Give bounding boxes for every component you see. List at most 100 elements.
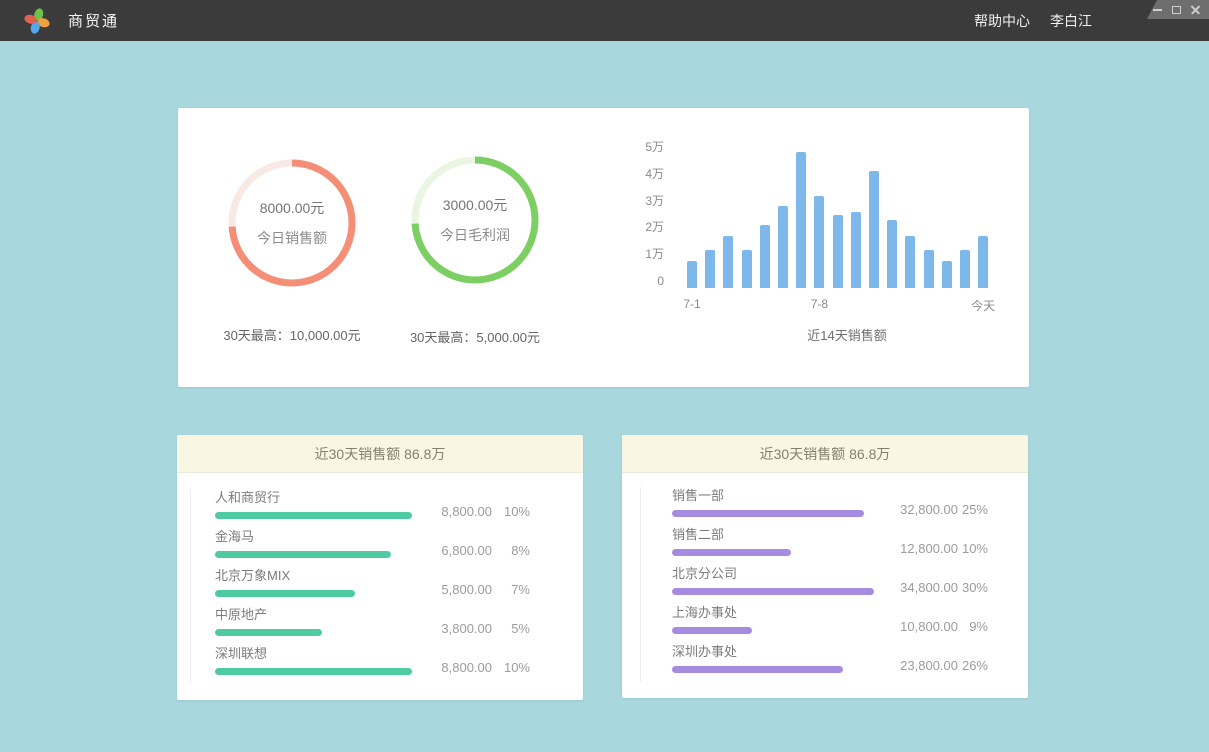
- today-profit-label: 今日毛利润: [440, 225, 510, 245]
- maximize-button[interactable]: [1171, 4, 1181, 16]
- today-profit-value: 3000.00元: [443, 195, 508, 215]
- bar-day-11: [869, 171, 879, 288]
- rank-row-values: 23,800.0026%: [878, 657, 988, 675]
- rank-row-value: 6,800.00: [412, 542, 492, 560]
- rank-row-bar: [672, 666, 843, 673]
- bar-day-8: [814, 196, 824, 289]
- close-button[interactable]: [1190, 4, 1200, 16]
- bar-day-16: [960, 250, 970, 288]
- rank-row-values: 12,800.0010%: [878, 540, 988, 558]
- bar-day-12: [887, 220, 897, 288]
- rank-row-values: 6,800.008%: [412, 542, 530, 560]
- y-tick-label: 0: [634, 274, 664, 288]
- rank-row-value: 23,800.00: [878, 657, 958, 675]
- bar-day-6: [778, 206, 788, 288]
- bar-day-3: [723, 236, 733, 288]
- rank-row-bar: [215, 512, 412, 519]
- rank-row-value: 12,800.00: [878, 540, 958, 558]
- bar-day-7: [796, 152, 806, 288]
- bar-day-14: [924, 250, 934, 288]
- rank-row-percent: 5%: [492, 620, 530, 638]
- rank-row: 中原地产3,800.005%: [215, 606, 583, 645]
- rank-row-value: 10,800.00: [878, 618, 958, 636]
- app-title: 商贸通: [68, 10, 119, 31]
- rank-row-value: 5,800.00: [412, 581, 492, 599]
- rank-row-value: 8,800.00: [412, 659, 492, 677]
- rank-row-bar: [215, 668, 412, 675]
- plot-area: [687, 152, 1003, 288]
- rank-row-percent: 26%: [958, 657, 988, 675]
- rank-row-value: 32,800.00: [878, 501, 958, 519]
- rank-row: 销售二部12,800.0010%: [672, 526, 1028, 565]
- bar-day-5: [760, 225, 770, 288]
- customer-rank-list: 人和商贸行8,800.0010%金海马6,800.008%北京万象MIX5,80…: [190, 489, 583, 684]
- rank-row-values: 8,800.0010%: [412, 503, 530, 521]
- x-tick-label: 7-8: [797, 297, 841, 311]
- bar-day-2: [705, 250, 715, 288]
- x-tick-label: 今天: [961, 297, 1005, 314]
- bar-day-1: [687, 261, 697, 288]
- rank-row-percent: 10%: [492, 503, 530, 521]
- rank-row-bar: [672, 549, 791, 556]
- today-sales-value: 8000.00元: [260, 198, 325, 218]
- bar-day-15: [942, 261, 952, 288]
- bar-day-10: [851, 212, 861, 288]
- bar-day-4: [742, 250, 752, 288]
- app-logo-pinwheel-icon: [24, 8, 50, 34]
- rank-row-bar: [215, 551, 391, 558]
- customer-sales-rank-card: 近30天销售额 86.8万 人和商贸行8,800.0010%金海马6,800.0…: [177, 435, 583, 700]
- today-summary-card: 8000.00元 今日销售额 30天最高：10,000.00元 3000.00元…: [178, 108, 1029, 387]
- rank-row-values: 32,800.0025%: [878, 501, 988, 519]
- rank-row-percent: 10%: [492, 659, 530, 677]
- department-rank-title: 近30天销售额 86.8万: [622, 435, 1028, 473]
- minimize-icon: [1153, 9, 1162, 11]
- y-tick-label: 3万: [634, 194, 664, 208]
- rank-row: 深圳办事处23,800.0026%: [672, 643, 1028, 682]
- rank-row-value: 34,800.00: [878, 579, 958, 597]
- rank-row-bar: [215, 590, 355, 597]
- rank-row: 深圳联想8,800.0010%: [215, 645, 583, 684]
- rank-row: 金海马6,800.008%: [215, 528, 583, 567]
- rank-row-percent: 9%: [958, 618, 988, 636]
- rank-row: 人和商贸行8,800.0010%: [215, 489, 583, 528]
- rank-row-values: 3,800.005%: [412, 620, 530, 638]
- rank-row: 销售一部32,800.0025%: [672, 487, 1028, 526]
- y-tick-label: 2万: [634, 220, 664, 234]
- profit-30d-max-text: 30天最高：5,000.00元: [365, 329, 585, 347]
- rank-row: 上海办事处10,800.009%: [672, 604, 1028, 643]
- today-sales-label: 今日销售额: [257, 228, 327, 248]
- rank-row-value: 8,800.00: [412, 503, 492, 521]
- rank-row-value: 3,800.00: [412, 620, 492, 638]
- sales-14d-bar-chart: 5万4万3万2万1万0 7-17-8今天 近14天销售额: [634, 108, 1024, 387]
- rank-row-percent: 8%: [492, 542, 530, 560]
- maximize-icon: [1172, 6, 1181, 14]
- rank-row-percent: 30%: [958, 579, 988, 597]
- y-tick-label: 1万: [634, 247, 664, 261]
- rank-row-percent: 10%: [958, 540, 988, 558]
- bar-day-9: [833, 215, 843, 288]
- bar-day-17: [978, 236, 988, 288]
- rank-row-bar: [672, 510, 864, 517]
- rank-row-values: 10,800.009%: [878, 618, 988, 636]
- today-profit-ring-chart: 3000.00元 今日毛利润: [408, 153, 542, 287]
- customer-rank-title: 近30天销售额 86.8万: [177, 435, 583, 473]
- titlebar: 商贸通 帮助中心 李白江: [0, 0, 1209, 41]
- close-icon: [1191, 5, 1200, 14]
- rank-row-bar: [672, 627, 752, 634]
- chart-title: 近14天销售额: [657, 325, 1037, 344]
- rank-row: 北京分公司34,800.0030%: [672, 565, 1028, 604]
- bar-day-13: [905, 236, 915, 288]
- help-center-link[interactable]: 帮助中心: [974, 11, 1030, 31]
- rank-row-bar: [215, 629, 322, 636]
- y-tick-label: 5万: [634, 140, 664, 154]
- rank-row-percent: 25%: [958, 501, 988, 519]
- rank-row-values: 34,800.0030%: [878, 579, 988, 597]
- x-tick-label: 7-1: [670, 297, 714, 311]
- y-tick-label: 4万: [634, 167, 664, 181]
- user-name-link[interactable]: 李白江: [1050, 11, 1092, 31]
- window-controls: [1147, 0, 1209, 19]
- rank-row-values: 8,800.0010%: [412, 659, 530, 677]
- rank-row-values: 5,800.007%: [412, 581, 530, 599]
- today-sales-ring-chart: 8000.00元 今日销售额: [225, 156, 359, 290]
- department-sales-rank-card: 近30天销售额 86.8万 销售一部32,800.0025%销售二部12,800…: [622, 435, 1028, 698]
